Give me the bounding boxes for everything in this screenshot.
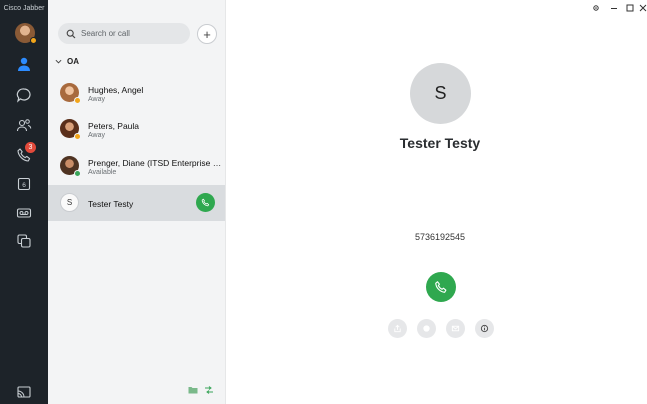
contact-row-selected[interactable]: S Tester Testy (48, 185, 225, 221)
rail-calendar-button[interactable]: 6 (12, 172, 36, 196)
rail-rooms-button[interactable] (12, 229, 36, 253)
phone-icon (435, 281, 447, 293)
contact-status: Away (88, 132, 105, 139)
contact-status: Available (88, 169, 117, 176)
search-icon (66, 29, 76, 38)
app-title: Cisco Jabber (3, 5, 45, 12)
contacts-panel: + OA Hughes, Angel Away Peters, Paula Aw… (48, 0, 226, 404)
info-icon (480, 324, 489, 333)
chevron-down-icon (55, 59, 62, 64)
share-icon (394, 324, 401, 333)
maximize-icon (626, 4, 634, 12)
jabber-window: Cisco Jabber 3 6 Search or call + OA Hug… (0, 0, 647, 404)
settings-button[interactable] (592, 4, 600, 14)
add-button[interactable]: + (197, 24, 217, 44)
share-button[interactable] (388, 319, 407, 338)
minimize-button[interactable] (610, 4, 618, 14)
maximize-button[interactable] (626, 4, 634, 14)
rail-chat-button[interactable] (12, 83, 36, 107)
rail-meetings-button[interactable] (12, 113, 36, 137)
folder-icon[interactable] (188, 386, 198, 394)
presence-away-indicator (74, 133, 81, 140)
rail-phone-button[interactable]: 3 (12, 142, 36, 167)
contact-display-name: Tester Testy (399, 135, 481, 151)
contact-row[interactable]: Peters, Paula Away (48, 111, 225, 147)
plus-icon: + (203, 26, 211, 42)
cast-icon (17, 386, 31, 398)
rail-contacts-button[interactable] (12, 52, 36, 76)
call-button[interactable] (426, 272, 456, 302)
missed-calls-badge: 3 (25, 142, 36, 153)
network-icon[interactable] (204, 386, 214, 394)
meeting-button[interactable] (417, 319, 436, 338)
call-contact-button[interactable] (196, 193, 215, 212)
contact-name: Peters, Paula (88, 121, 140, 131)
email-button[interactable] (446, 319, 465, 338)
info-button[interactable] (475, 319, 494, 338)
avatar-initial: S (60, 193, 79, 212)
chat-icon (16, 88, 31, 103)
close-icon (639, 4, 647, 12)
phone-icon (201, 198, 210, 207)
group-header-oa[interactable]: OA (55, 57, 79, 66)
contact-row[interactable]: Hughes, Angel Away (48, 75, 225, 111)
mail-icon (451, 325, 460, 332)
group-name: OA (67, 57, 79, 66)
contact-status: Away (88, 96, 105, 103)
contact-name: Hughes, Angel (88, 85, 144, 95)
rooms-icon (17, 234, 31, 248)
voicemail-icon (16, 208, 32, 218)
presence-away-indicator (30, 37, 37, 44)
presence-available-indicator (74, 170, 81, 177)
close-button[interactable] (639, 4, 647, 14)
gear-icon (593, 5, 599, 11)
calendar-icon: 6 (17, 177, 31, 191)
panel-footer (188, 386, 214, 394)
rail-cast-button[interactable] (12, 380, 36, 404)
contact-row[interactable]: Prenger, Diane (ITSD Enterprise Re... Av… (48, 148, 225, 184)
meetings-people-icon (16, 119, 32, 132)
my-avatar[interactable] (15, 23, 37, 44)
calendar-date: 6 (22, 182, 26, 189)
contact-phone-number[interactable]: 5736192545 (340, 232, 540, 242)
contact-name: Prenger, Diane (ITSD Enterprise Re... (88, 158, 222, 168)
contact-avatar-large: S (410, 63, 471, 124)
globe-icon (423, 325, 430, 332)
search-bar[interactable] (58, 23, 190, 44)
minimize-icon (611, 8, 617, 9)
navigation-rail: Cisco Jabber 3 6 (0, 0, 48, 404)
contacts-icon (18, 57, 30, 71)
search-input[interactable] (81, 29, 181, 38)
presence-away-indicator (74, 97, 81, 104)
rail-voicemail-button[interactable] (12, 201, 36, 225)
